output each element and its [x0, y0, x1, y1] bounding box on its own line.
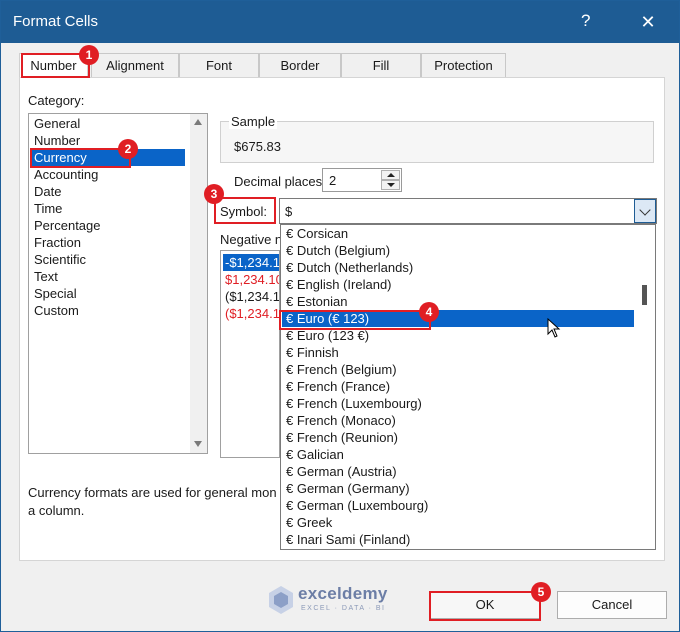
symbol-option[interactable]: € English (Ireland) — [282, 276, 634, 293]
category-item-custom[interactable]: Custom — [30, 302, 185, 319]
symbol-option[interactable]: € Greek — [282, 514, 634, 531]
category-label: Category: — [28, 93, 85, 108]
tab-font[interactable]: Font — [179, 53, 259, 78]
decimal-increase-button[interactable] — [381, 170, 400, 180]
tab-protection[interactable]: Protection — [421, 53, 506, 78]
category-item-date[interactable]: Date — [30, 183, 185, 200]
tab-fill[interactable]: Fill — [341, 53, 421, 78]
symbol-option[interactable]: € Dutch (Netherlands) — [282, 259, 634, 276]
symbol-option[interactable]: € German (Luxembourg) — [282, 497, 634, 514]
symbol-option[interactable]: € Estonian — [282, 293, 634, 310]
spin-down-icon — [387, 183, 395, 187]
decimal-places-stepper[interactable]: 2 — [322, 168, 402, 192]
symbol-option[interactable]: € Galician — [282, 446, 634, 463]
category-item-special[interactable]: Special — [30, 285, 185, 302]
close-button[interactable]: ✕ — [633, 9, 663, 35]
chevron-down-icon — [639, 204, 651, 216]
format-description: Currency formats are used for general mo… — [28, 484, 288, 520]
symbol-option[interactable]: € French (France) — [282, 378, 634, 395]
tab-alignment[interactable]: Alignment — [91, 53, 179, 78]
category-item-percentage[interactable]: Percentage — [30, 217, 185, 234]
decimal-places-value[interactable]: 2 — [329, 173, 336, 188]
symbol-dropdown-scrollbar[interactable] — [635, 225, 655, 549]
highlight-currency-item — [30, 148, 131, 168]
highlight-euro-option — [279, 310, 431, 330]
exceldemy-logo-icon — [269, 586, 293, 614]
category-item-accounting[interactable]: Accounting — [30, 166, 185, 183]
step-badge-4: 4 — [419, 302, 439, 322]
spin-up-icon — [387, 173, 395, 177]
watermark-tagline: EXCEL · DATA · BI — [301, 605, 386, 612]
negative-item-1[interactable]: -$1,234.10 — [223, 254, 279, 271]
exceldemy-watermark: exceldemy EXCEL · DATA · BI — [268, 583, 418, 619]
symbol-option[interactable]: € French (Belgium) — [282, 361, 634, 378]
category-item-fraction[interactable]: Fraction — [30, 234, 185, 251]
highlight-ok-button — [429, 591, 541, 621]
symbol-option[interactable]: € Dutch (Belgium) — [282, 242, 634, 259]
scroll-down-icon[interactable] — [194, 441, 202, 447]
symbol-dropdown-button[interactable] — [634, 199, 656, 223]
scrollbar-thumb[interactable] — [642, 285, 647, 305]
description-line-2: a column. — [28, 503, 85, 518]
category-scrollbar[interactable] — [190, 114, 207, 453]
negative-numbers-list[interactable]: -$1,234.10 $1,234.10 ($1,234.10) ($1,234… — [220, 250, 280, 458]
negative-item-2[interactable]: $1,234.10 — [223, 271, 279, 288]
title-bar: Format Cells ? ✕ — [1, 1, 679, 43]
symbol-dropdown-list[interactable]: € Corsican € Dutch (Belgium) € Dutch (Ne… — [280, 224, 656, 550]
category-item-number[interactable]: Number — [30, 132, 185, 149]
symbol-option[interactable]: € French (Monaco) — [282, 412, 634, 429]
symbol-combobox[interactable]: $ — [279, 198, 657, 224]
category-item-time[interactable]: Time — [30, 200, 185, 217]
step-badge-3: 3 — [204, 184, 224, 204]
category-item-scientific[interactable]: Scientific — [30, 251, 185, 268]
sample-box: Sample $675.83 — [220, 114, 654, 163]
symbol-value: $ — [285, 204, 293, 219]
negative-numbers-label: Negative n — [220, 232, 283, 247]
symbol-option[interactable]: € Inari Sami (Finland) — [282, 531, 634, 548]
category-item-text[interactable]: Text — [30, 268, 185, 285]
dialog-title: Format Cells — [13, 13, 99, 30]
tab-border[interactable]: Border — [259, 53, 341, 78]
negative-item-4[interactable]: ($1,234.10) — [223, 305, 279, 322]
symbol-option[interactable]: € French (Luxembourg) — [282, 395, 634, 412]
step-badge-1: 1 — [79, 45, 99, 65]
mouse-cursor-icon — [547, 318, 561, 338]
symbol-option[interactable]: € German (Germany) — [282, 480, 634, 497]
symbol-option[interactable]: € German (Austria) — [282, 463, 634, 480]
description-line-1: Currency formats are used for general mo… — [28, 485, 277, 500]
symbol-option[interactable]: € Finnish — [282, 344, 634, 361]
help-button[interactable]: ? — [581, 11, 590, 31]
step-badge-5: 5 — [531, 582, 551, 602]
step-badge-2: 2 — [118, 139, 138, 159]
negative-item-3[interactable]: ($1,234.10) — [223, 288, 279, 305]
sample-label: Sample — [229, 114, 278, 129]
category-item-general[interactable]: General — [30, 115, 185, 132]
highlight-symbol-label — [214, 197, 276, 224]
decimal-decrease-button[interactable] — [381, 180, 400, 190]
watermark-name: exceldemy — [298, 584, 388, 603]
decimal-places-label: Decimal places: — [234, 174, 326, 189]
cancel-button[interactable]: Cancel — [557, 591, 667, 619]
sample-value: $675.83 — [234, 139, 281, 154]
symbol-option[interactable]: € French (Reunion) — [282, 429, 634, 446]
format-cells-dialog: Format Cells ? ✕ Number Alignment Font B… — [0, 0, 680, 632]
scroll-up-icon[interactable] — [194, 119, 202, 125]
symbol-option[interactable]: € Corsican — [282, 225, 634, 242]
